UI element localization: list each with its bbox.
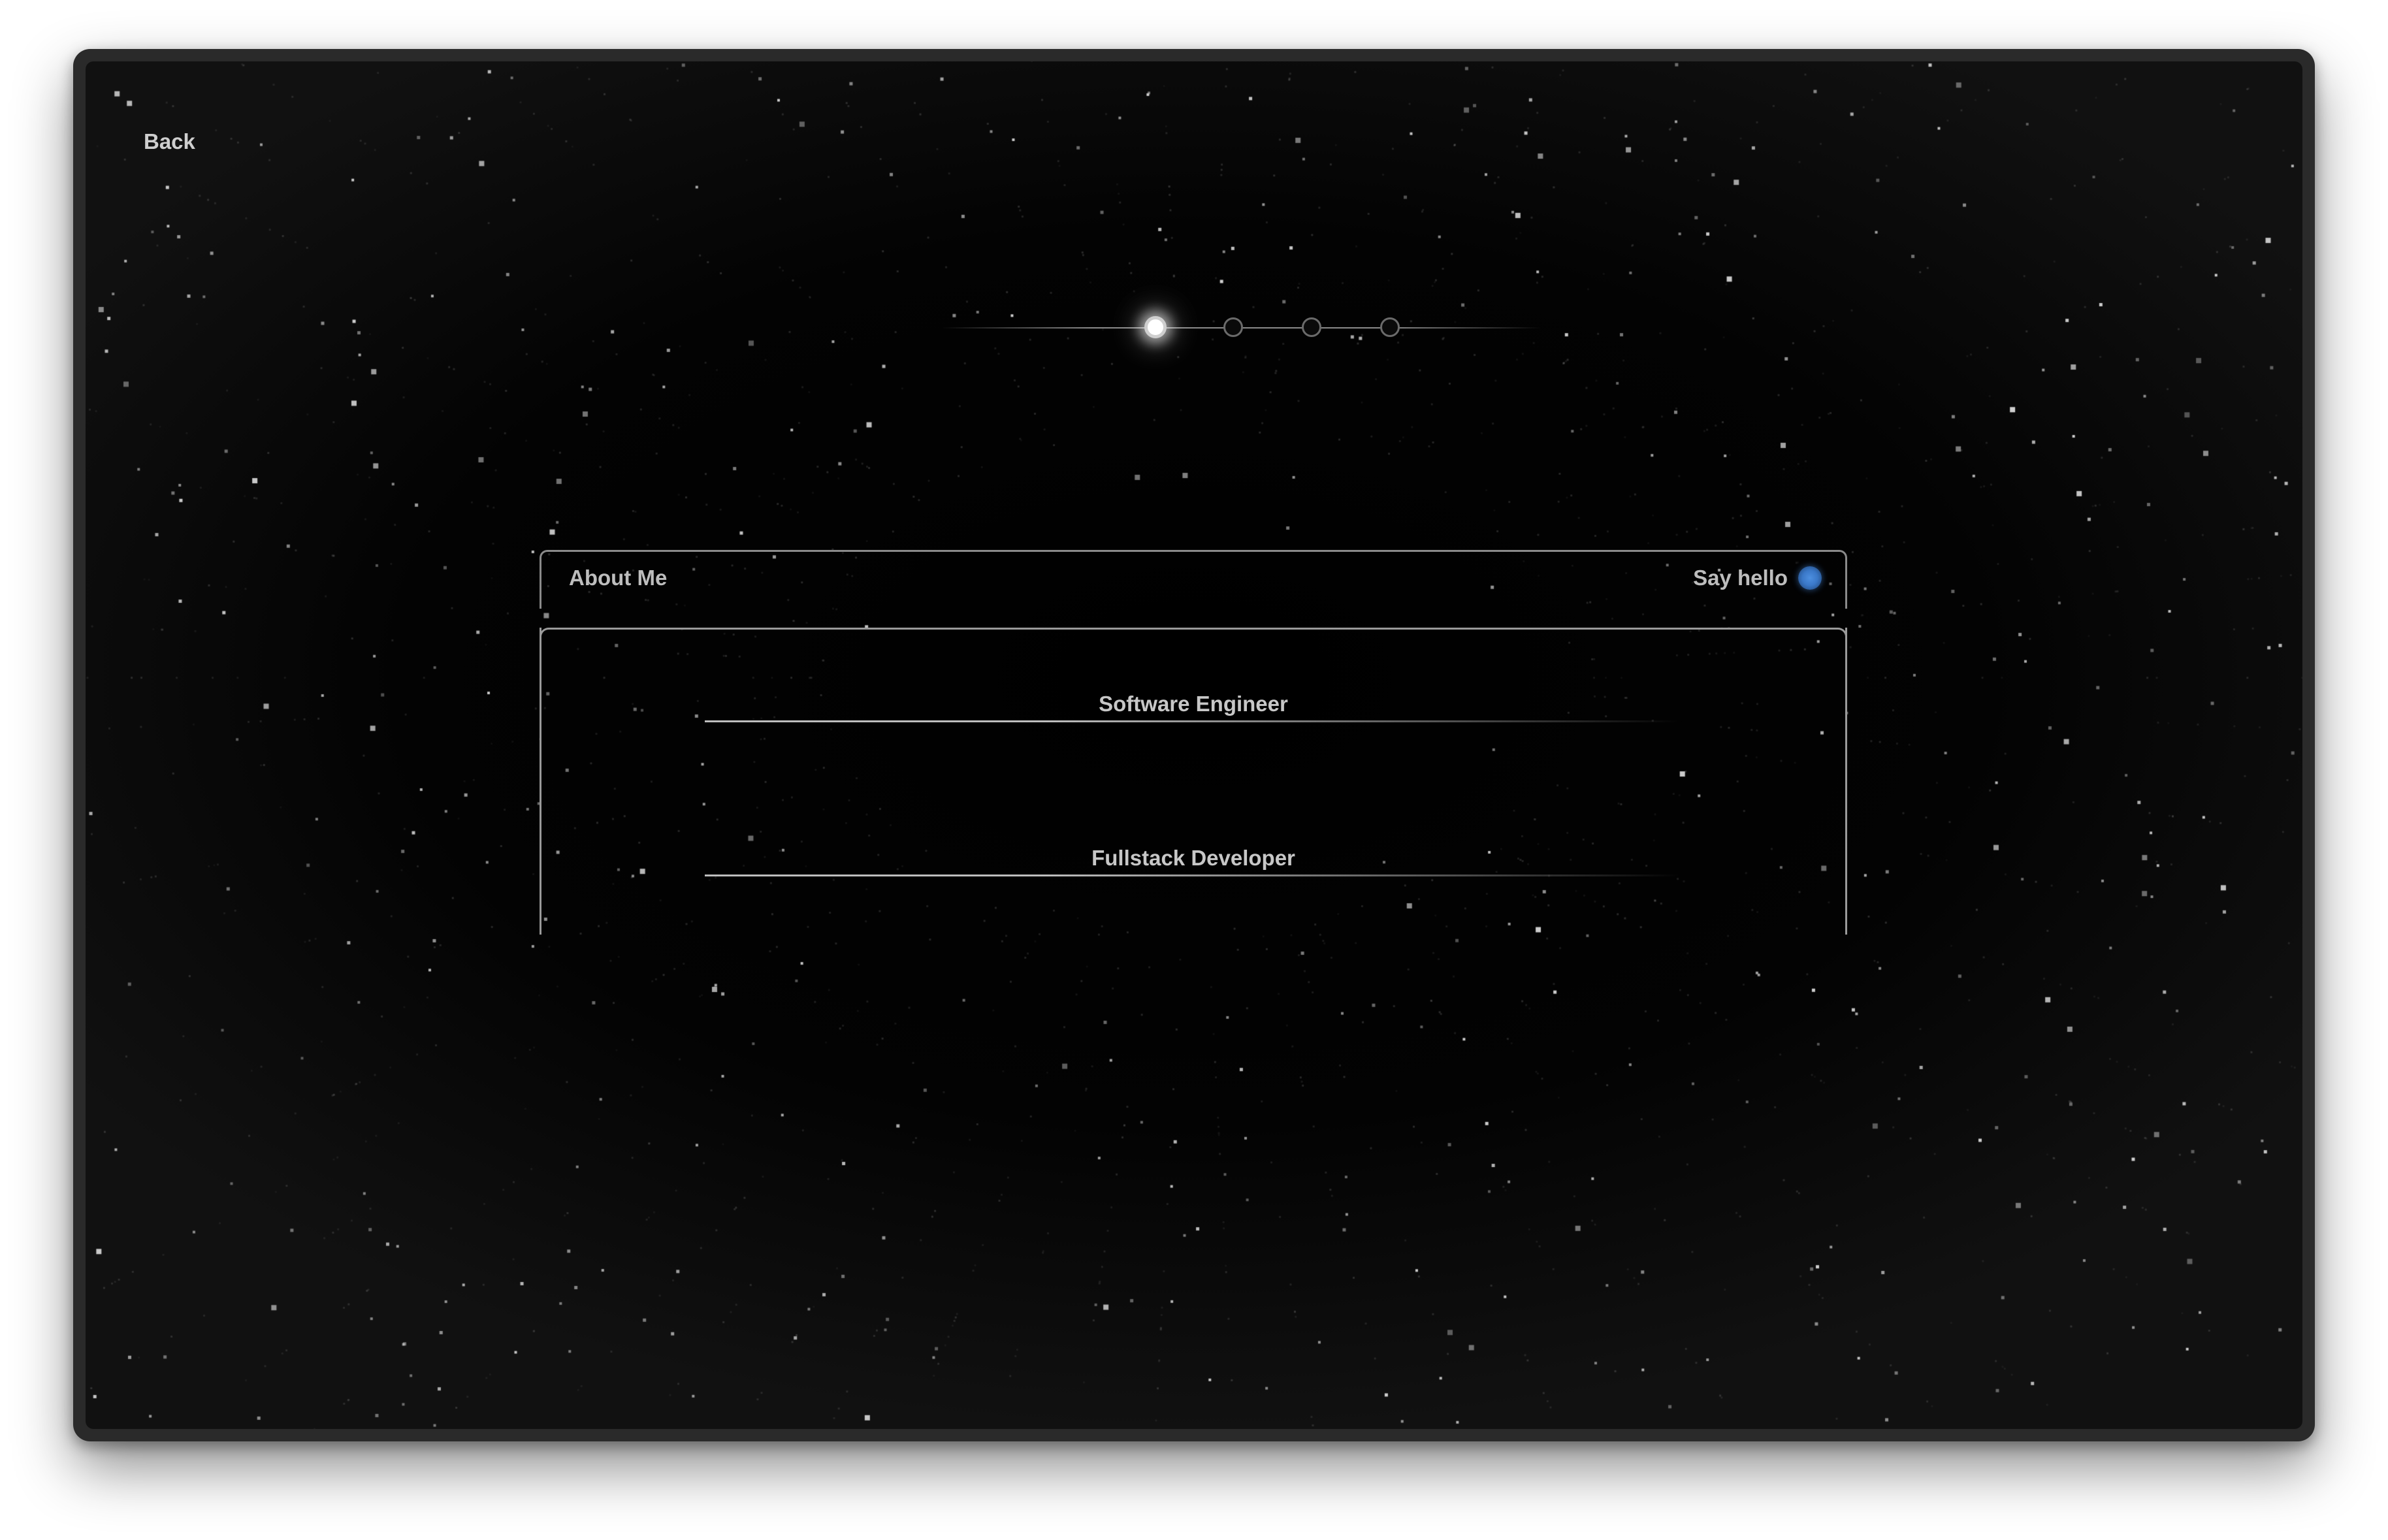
section-header: About Me Say hello [540,550,1847,609]
back-button[interactable]: Back [144,129,195,154]
step-dot-4[interactable] [1380,317,1400,337]
step-dot-2[interactable] [1223,317,1243,337]
role-underline [705,720,1682,722]
role-underline [705,874,1682,876]
step-indicator [941,298,1542,357]
step-dot-1[interactable] [1144,316,1167,338]
online-status-icon [1798,566,1822,590]
app-window: Back About Me Say hello Software Enginee… [73,49,2315,1441]
say-hello-button[interactable]: Say hello [1693,566,1788,590]
section-title: About Me [569,566,668,590]
step-dot-3[interactable] [1302,317,1321,337]
roles-panel: Software Engineer Fullstack Developer [540,628,1847,937]
role-title: Software Engineer [1099,692,1288,716]
role-title: Fullstack Developer [1091,846,1295,870]
screen: Back About Me Say hello Software Enginee… [86,61,2302,1429]
